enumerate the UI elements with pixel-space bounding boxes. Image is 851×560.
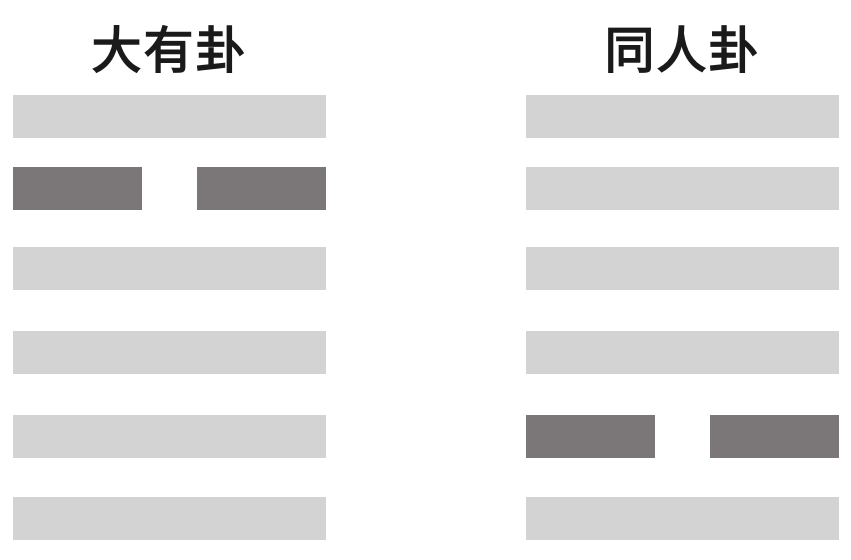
- hexagram-tong-ren: 同人卦: [526, 0, 839, 560]
- yang-line-bar: [13, 247, 326, 290]
- yin-line-segment: [710, 415, 839, 458]
- yin-line-segment: [526, 415, 655, 458]
- yang-line: [526, 167, 839, 210]
- yin-line: [526, 415, 839, 458]
- yang-line: [13, 497, 326, 540]
- yang-line-bar: [526, 497, 839, 540]
- yang-line: [526, 247, 839, 290]
- yang-line-bar: [13, 497, 326, 540]
- yang-line: [13, 247, 326, 290]
- yang-line: [526, 497, 839, 540]
- yang-line-bar: [526, 167, 839, 210]
- yang-line-bar: [526, 95, 839, 138]
- yang-line-bar: [13, 331, 326, 374]
- yin-line: [13, 167, 326, 210]
- hexagram-title: 同人卦: [604, 21, 761, 80]
- hexagram-title: 大有卦: [91, 21, 248, 80]
- yang-line: [526, 95, 839, 138]
- yin-line-segment: [13, 167, 142, 210]
- yang-line-bar: [526, 331, 839, 374]
- yang-line-bar: [13, 415, 326, 458]
- yang-line: [13, 415, 326, 458]
- hexagram-da-you: 大有卦: [13, 0, 326, 560]
- yang-line-bar: [526, 247, 839, 290]
- yang-line: [526, 331, 839, 374]
- yang-line: [13, 331, 326, 374]
- yin-line-segment: [197, 167, 326, 210]
- yang-line-bar: [13, 95, 326, 138]
- yang-line: [13, 95, 326, 138]
